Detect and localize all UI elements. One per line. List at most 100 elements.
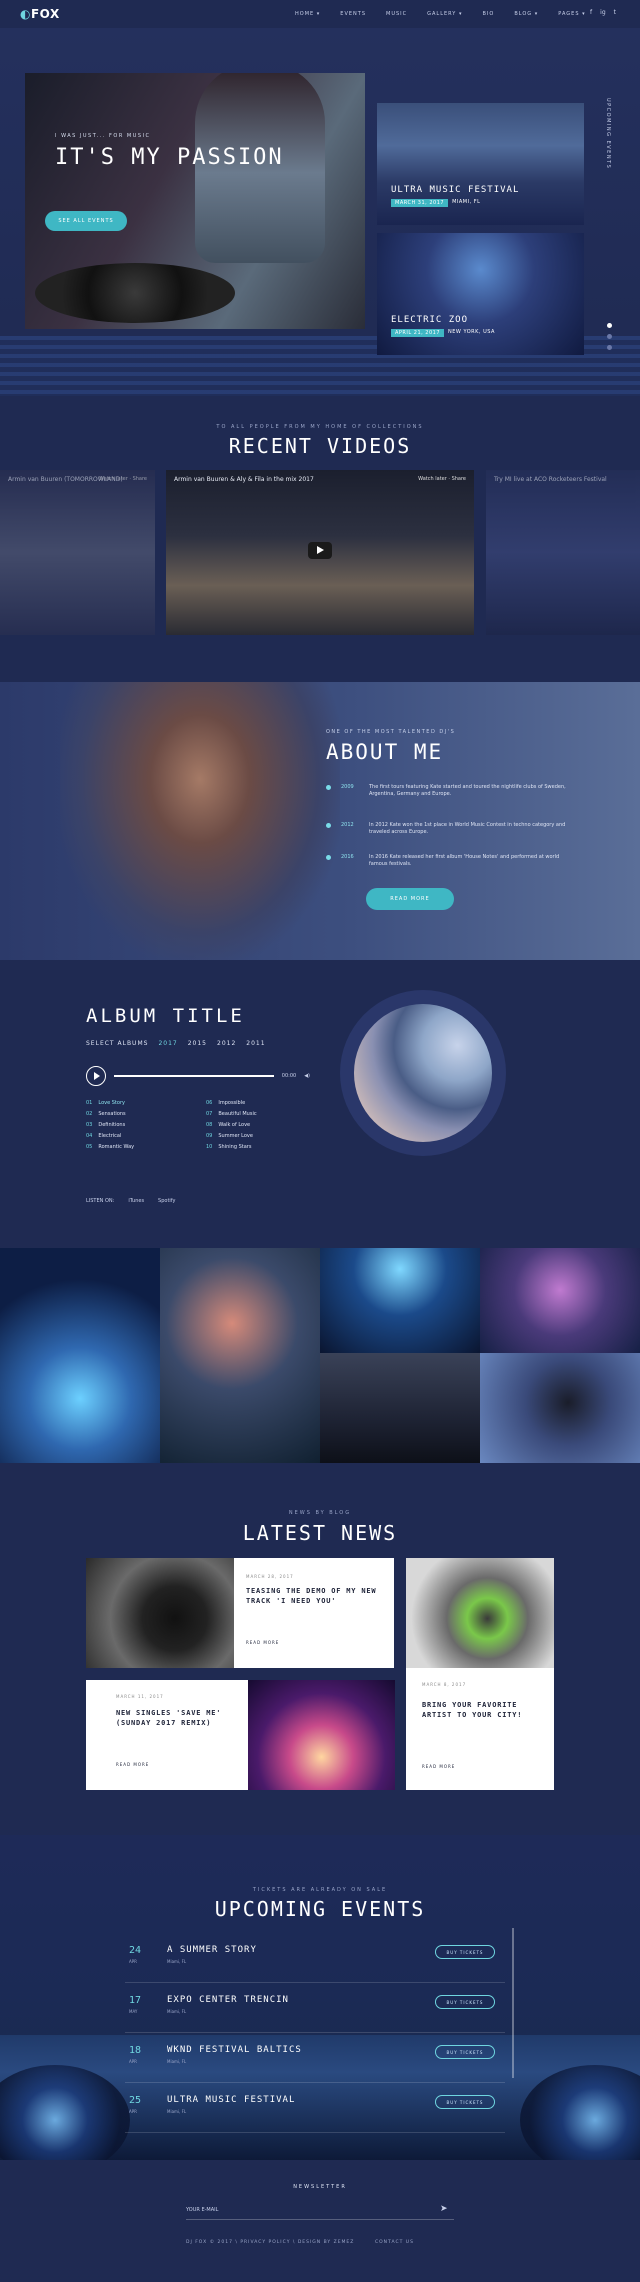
audio-player: 00:00 ◀) bbox=[86, 1066, 310, 1086]
slider-dot[interactable] bbox=[607, 334, 612, 339]
nav-item-music[interactable]: MUSIC bbox=[386, 11, 407, 17]
track-item[interactable]: 06 Impossible bbox=[206, 1100, 310, 1106]
track-item[interactable]: 01 Love Story bbox=[86, 1100, 190, 1106]
album-year-tab[interactable]: 2011 bbox=[246, 1040, 265, 1047]
read-more-link[interactable]: READ MORE bbox=[116, 1762, 149, 1767]
photo-gallery bbox=[0, 1248, 640, 1463]
news-title[interactable]: TEASING THE DEMO OF MY NEW TRACK 'I NEED… bbox=[246, 1586, 386, 1606]
spotify-link[interactable]: Spotify bbox=[158, 1198, 175, 1204]
album-year-tab[interactable]: 2015 bbox=[188, 1040, 207, 1047]
events-title: UPCOMING EVENTS bbox=[214, 1897, 426, 1921]
events-scrollbar[interactable] bbox=[512, 1928, 514, 2078]
event-day: 17 bbox=[129, 1995, 142, 2006]
track-item[interactable]: 07 Beautiful Music bbox=[206, 1111, 310, 1117]
read-more-link[interactable]: READ MORE bbox=[246, 1640, 279, 1645]
track-item[interactable]: 03 Definitions bbox=[86, 1122, 190, 1128]
gallery-photo[interactable] bbox=[320, 1248, 480, 1353]
gallery-photo[interactable] bbox=[160, 1248, 320, 1463]
event-location: Miami, FL bbox=[167, 2009, 187, 2014]
album-year-tab[interactable]: 2012 bbox=[217, 1040, 236, 1047]
about-section: ONE OF THE MOST TALENTED DJ'S ABOUT ME 2… bbox=[0, 682, 640, 960]
video-title: Try MI live at ACO Rocketeers Festival bbox=[494, 476, 607, 483]
event-day: 25 bbox=[129, 2095, 142, 2106]
track-item[interactable]: 02 Sensations bbox=[86, 1111, 190, 1117]
news-card[interactable]: MARCH 11, 2017 NEW SINGLES 'SAVE ME' (SU… bbox=[86, 1680, 248, 1790]
nav-item-bio[interactable]: BIO bbox=[482, 11, 494, 17]
read-more-button[interactable]: READ MORE bbox=[366, 888, 454, 910]
nav-item-events[interactable]: EVENTS bbox=[340, 11, 366, 17]
event-name[interactable]: WKND FESTIVAL BALTICS bbox=[167, 2045, 302, 2055]
hero-event-card[interactable]: ULTRA MUSIC FESTIVAL MARCH 31, 2017 MIAMI… bbox=[377, 103, 584, 225]
event-name[interactable]: A SUMMER STORY bbox=[167, 1945, 257, 1955]
album-selector: SELECT ALBUMS 2017 2015 2012 2011 bbox=[86, 1040, 266, 1047]
slider-dot[interactable] bbox=[607, 323, 612, 328]
event-month: APR bbox=[129, 1959, 137, 1964]
volume-icon[interactable]: ◀) bbox=[304, 1073, 310, 1079]
track-item[interactable]: 10 Shining Stars bbox=[206, 1144, 310, 1150]
track-item[interactable]: 04 Electrical bbox=[86, 1133, 190, 1139]
news-image[interactable] bbox=[86, 1558, 234, 1668]
select-albums-label: SELECT ALBUMS bbox=[86, 1040, 149, 1047]
turntable-photo bbox=[35, 263, 235, 323]
news-image[interactable] bbox=[248, 1680, 395, 1790]
send-icon[interactable]: ➤ bbox=[440, 2204, 448, 2214]
album-section: ALBUM TITLE SELECT ALBUMS 2017 2015 2012… bbox=[0, 960, 640, 1248]
read-more-link[interactable]: READ MORE bbox=[422, 1764, 455, 1769]
instagram-icon[interactable]: ig bbox=[600, 9, 605, 16]
track-name: Romantic Way bbox=[98, 1144, 135, 1150]
album-year-tab[interactable]: 2017 bbox=[158, 1040, 177, 1047]
track-time: 00:00 bbox=[281, 1073, 297, 1079]
buy-tickets-button[interactable]: BUY TICKETS bbox=[435, 2045, 495, 2059]
track-item[interactable]: 08 Walk of Love bbox=[206, 1122, 310, 1128]
track-name: Impossible bbox=[218, 1100, 246, 1106]
event-name[interactable]: ULTRA MUSIC FESTIVAL bbox=[167, 2095, 295, 2105]
news-date: MARCH 28, 2017 bbox=[246, 1574, 294, 1579]
video-share[interactable]: Watch later · Share bbox=[418, 476, 466, 482]
logo[interactable]: ◐FOX bbox=[20, 7, 60, 21]
itunes-link[interactable]: iTunes bbox=[128, 1198, 144, 1204]
event-place: MIAMI, FL bbox=[452, 199, 481, 205]
gallery-photo[interactable] bbox=[0, 1248, 160, 1463]
nav-item-blog[interactable]: BLOG ▾ bbox=[514, 11, 538, 17]
contact-us-link[interactable]: CONTACT US bbox=[375, 2240, 414, 2245]
facebook-icon[interactable]: f bbox=[590, 9, 592, 16]
twitter-icon[interactable]: t bbox=[614, 9, 616, 16]
play-button-icon[interactable] bbox=[86, 1066, 106, 1086]
event-title: ELECTRIC ZOO bbox=[391, 315, 469, 325]
play-icon[interactable] bbox=[308, 542, 332, 559]
gallery-photo[interactable] bbox=[320, 1353, 480, 1463]
newsletter-email-field[interactable]: YOUR E-MAIL bbox=[186, 2200, 454, 2220]
track-item[interactable]: 09 Summer Love bbox=[206, 1133, 310, 1139]
progress-bar[interactable] bbox=[114, 1075, 274, 1077]
buy-tickets-button[interactable]: BUY TICKETS bbox=[435, 2095, 495, 2109]
news-title[interactable]: NEW SINGLES 'SAVE ME' (SUNDAY 2017 REMIX… bbox=[116, 1708, 240, 1728]
news-image[interactable] bbox=[406, 1558, 554, 1668]
timeline-year: 2009 bbox=[341, 784, 354, 790]
track-number: 04 bbox=[86, 1133, 93, 1139]
hero-event-card[interactable]: ELECTRIC ZOO APRIL 21, 2017 NEW YORK, USA bbox=[377, 233, 584, 355]
buy-tickets-button[interactable]: BUY TICKETS bbox=[435, 1945, 495, 1959]
video-thumbnail[interactable]: Armin van Buuren (TOMORROWLAND) Watch la… bbox=[0, 470, 155, 635]
nav-item-home[interactable]: HOME ▾ bbox=[295, 11, 320, 17]
see-all-events-button[interactable]: SEE ALL EVENTS bbox=[45, 211, 127, 231]
video-share[interactable]: Watch later · Share bbox=[99, 476, 147, 482]
gallery-photo[interactable] bbox=[480, 1353, 640, 1463]
track-item[interactable]: 05 Romantic Way bbox=[86, 1144, 190, 1150]
nav-item-pages[interactable]: PAGES ▾ bbox=[558, 11, 585, 17]
news-card[interactable]: MARCH 8, 2017 BRING YOUR FAVORITE ARTIST… bbox=[406, 1668, 554, 1790]
logo-text: FOX bbox=[30, 7, 60, 21]
slider-dots bbox=[607, 323, 612, 350]
video-thumbnail[interactable]: Armin van Buuren & Aly & Fila in the mix… bbox=[166, 470, 474, 635]
news-card[interactable]: MARCH 28, 2017 TEASING THE DEMO OF MY NE… bbox=[234, 1558, 394, 1668]
gallery-photo[interactable] bbox=[480, 1248, 640, 1353]
nav-item-gallery[interactable]: GALLERY ▾ bbox=[427, 11, 462, 17]
hero-title: IT'S MY PASSION bbox=[55, 145, 284, 170]
event-name[interactable]: EXPO CENTER TRENCIN bbox=[167, 1995, 289, 2005]
event-date: MARCH 31, 2017 bbox=[391, 199, 449, 207]
buy-tickets-button[interactable]: BUY TICKETS bbox=[435, 1995, 495, 2009]
events-kicker: TICKETS ARE ALREADY ON SALE bbox=[252, 1887, 388, 1893]
slider-dot[interactable] bbox=[607, 345, 612, 350]
news-title[interactable]: BRING YOUR FAVORITE ARTIST TO YOUR CITY! bbox=[422, 1700, 546, 1720]
upcoming-events-vertical-label: UPCOMING EVENTS bbox=[605, 98, 611, 170]
video-thumbnail[interactable]: Try MI live at ACO Rocketeers Festival bbox=[486, 470, 640, 635]
